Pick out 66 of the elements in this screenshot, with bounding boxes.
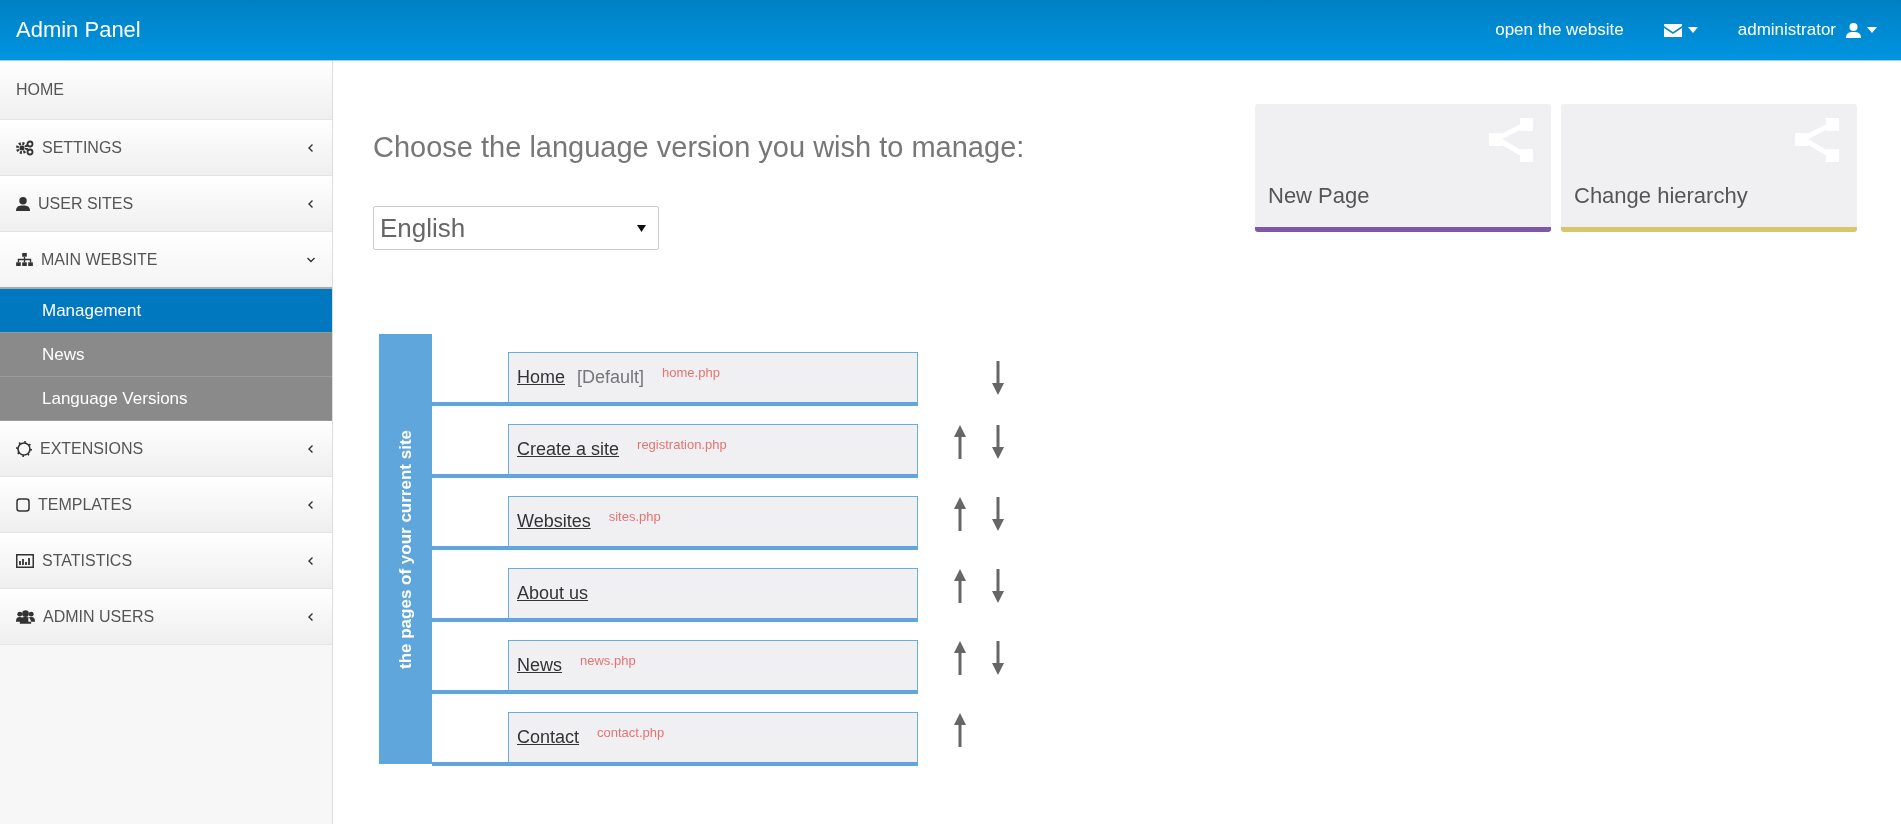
arrow-up-icon[interactable]	[954, 569, 966, 603]
gear-icon	[16, 440, 32, 457]
page-link[interactable]: Home	[517, 367, 565, 388]
submenu-item[interactable]: Management	[0, 289, 332, 333]
sidebar-item[interactable]: STATISTICS	[0, 533, 332, 589]
sidebar-item-label: STATISTICS	[42, 551, 134, 570]
action-tile[interactable]: Change hierarchy	[1561, 104, 1857, 232]
messages-menu-button[interactable]	[1663, 23, 1698, 37]
user-icon	[16, 196, 30, 211]
bar-chart-icon	[16, 553, 34, 568]
file-name: contact.php	[597, 725, 665, 740]
open-website-link[interactable]: open the website	[1495, 20, 1624, 40]
users-icon	[16, 609, 35, 624]
arrow-down-icon[interactable]	[992, 360, 1004, 395]
sidebar-item[interactable]: SETTINGS	[0, 120, 332, 176]
sidebar-item-label: EXTENSIONS	[40, 439, 145, 458]
sidebar-item[interactable]: TEMPLATES	[0, 477, 332, 533]
sidebar-item-label: MAIN WEBSITE	[41, 250, 159, 269]
sidebar-item[interactable]: HOME	[0, 61, 332, 120]
app-title: Admin Panel	[16, 17, 141, 43]
sitemap-icon	[16, 253, 33, 266]
arrow-down-icon[interactable]	[992, 641, 1004, 675]
chevron-left-icon	[306, 555, 316, 566]
caret-icon	[1867, 27, 1877, 33]
file-name: news.php	[580, 653, 636, 668]
sidebar-item[interactable]: USER SITES	[0, 176, 332, 232]
page-link[interactable]: Create a site	[517, 439, 620, 460]
chevron-left-icon	[306, 198, 316, 209]
file-name: sites.php	[608, 509, 661, 524]
page-link[interactable]: News	[517, 655, 562, 676]
arrow-down-icon[interactable]	[992, 497, 1004, 531]
page-heading: Choose the language version you wish to manage:	[373, 131, 1025, 164]
action-tile[interactable]: New Page	[1255, 104, 1551, 232]
page-link[interactable]: Websites	[517, 511, 591, 532]
user-menu-button[interactable]: administrator	[1737, 20, 1877, 40]
page-link[interactable]: About us	[517, 583, 589, 604]
sidebar-item-label: SETTINGS	[42, 138, 123, 157]
sidebar-item[interactable]: ADMIN USERS	[0, 589, 332, 645]
sidebar-item[interactable]: MAIN WEBSITE	[0, 232, 332, 289]
caret-icon	[1687, 27, 1698, 33]
chevron-left-icon	[306, 443, 316, 454]
arrow-down-icon[interactable]	[992, 425, 1004, 459]
arrow-up-icon[interactable]	[954, 713, 966, 747]
sidebar-item-label: USER SITES	[38, 194, 135, 213]
caret-icon	[637, 224, 646, 232]
sidebar-item-label: HOME	[16, 81, 65, 99]
gears-icon	[16, 139, 34, 156]
chevron-left-icon	[306, 142, 316, 153]
default-label: [Default]	[577, 367, 645, 388]
file-name: home.php	[662, 365, 720, 380]
language-select[interactable]: English	[373, 206, 659, 250]
square-icon	[16, 497, 30, 512]
file-name: registration.php	[637, 437, 727, 452]
sidebar-item-label: TEMPLATES	[38, 495, 133, 514]
envelope-icon	[1663, 23, 1682, 37]
chevron-left-icon	[306, 611, 316, 622]
sidebar-item-label: ADMIN USERS	[43, 607, 156, 626]
user-icon	[1846, 22, 1861, 38]
sidebar-item[interactable]: EXTENSIONS	[0, 421, 332, 477]
tree-caption: the pages of your current site	[395, 429, 416, 669]
arrow-up-icon[interactable]	[954, 497, 966, 531]
arrow-up-icon[interactable]	[954, 425, 966, 459]
page-link[interactable]: Contact	[517, 727, 580, 748]
arrow-up-icon[interactable]	[954, 641, 966, 675]
arrow-down-icon[interactable]	[992, 569, 1004, 603]
chevron-left-icon	[306, 499, 316, 510]
